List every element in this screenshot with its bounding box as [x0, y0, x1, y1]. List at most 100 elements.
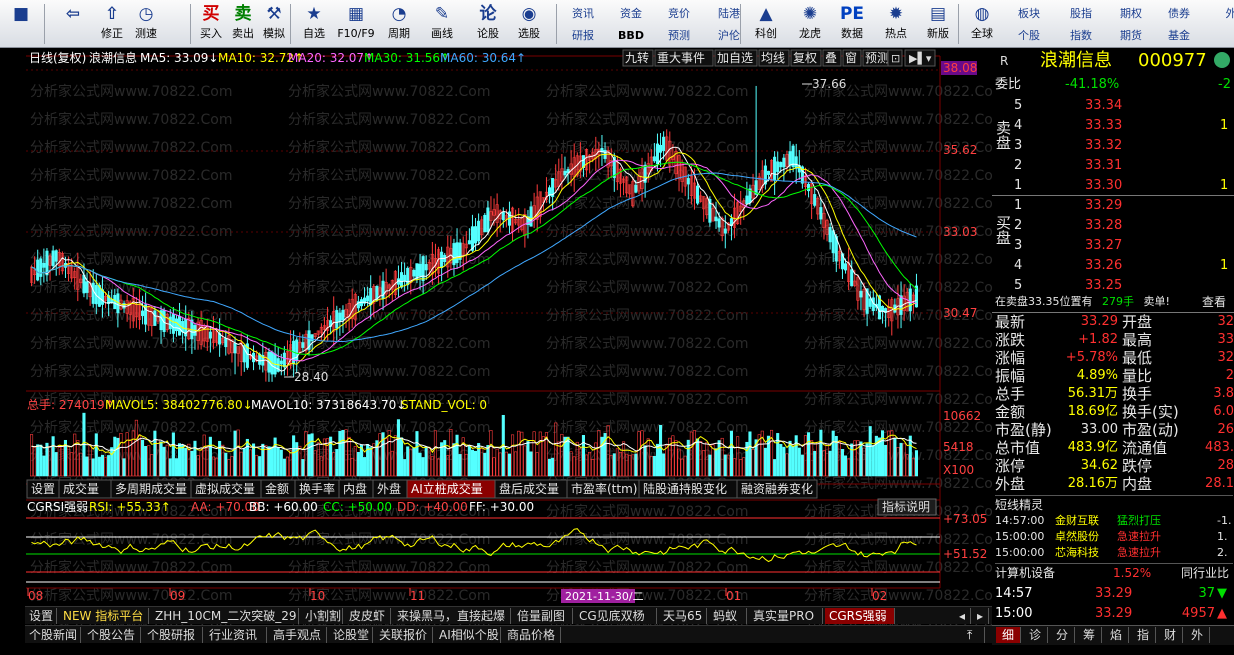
- toolbar-gavel-button[interactable]: ⚒ 模拟: [258, 2, 290, 46]
- formula-tab-10[interactable]: 真实量PRO: [749, 608, 823, 624]
- formula-tab-2[interactable]: ZHH_10CM_二次突破_29: [151, 608, 299, 624]
- candle-body: [791, 145, 795, 167]
- volume-bar: [233, 430, 237, 477]
- bottom-tab-7[interactable]: AI相似个股: [435, 627, 501, 643]
- toolbar-link-8[interactable]: 板块: [1006, 4, 1052, 24]
- quote-tab-2[interactable]: 分: [1050, 627, 1075, 643]
- toolbar-globe-button[interactable]: ◍ 全球: [962, 2, 1002, 46]
- watermark-text: 分析家公式网www.70822.Com: [30, 419, 232, 436]
- toolbar-f10-button[interactable]: ▦ F10/F9: [334, 2, 378, 46]
- quote-tab-3[interactable]: 筹: [1077, 627, 1102, 643]
- quote-tab-7[interactable]: 外: [1185, 627, 1210, 643]
- indicator-tabs[interactable]: 设置 成交量 多周期成交量 虚拟成交量 金额 换手率 内盘 外盘 AI立桩成交量 盘后成交量 市盈率…: [26, 479, 818, 499]
- toolbar-star-button[interactable]: ★ 自选: [296, 2, 332, 46]
- toolbar-button-label: 热点: [885, 27, 907, 40]
- formula-tab-5[interactable]: 来操黑马，直接起爆: [393, 608, 511, 624]
- candle-body: [477, 220, 481, 242]
- sell-price[interactable]: 33.31: [1085, 157, 1122, 175]
- sell-price[interactable]: 33.32: [1085, 137, 1122, 155]
- toolbar-forum-button[interactable]: 论论股: [470, 2, 506, 46]
- candle-body: [403, 274, 407, 282]
- toolbar-link-4[interactable]: 竞价: [656, 4, 702, 24]
- toolbar-link-11[interactable]: 指数: [1058, 26, 1104, 46]
- news-item[interactable]: 14:57:00 金财互联 猛烈打压 -1.: [995, 513, 1233, 529]
- sell-price[interactable]: 33.34: [1085, 97, 1122, 115]
- formula-tab-11[interactable]: CGRS强弱: [825, 608, 895, 624]
- toolbar-link-7[interactable]: 沪伦: [706, 26, 752, 46]
- toolbar-clock-button[interactable]: ◷ 测速: [130, 2, 162, 46]
- toolbar-hotspot-button[interactable]: ✹ 热点: [876, 2, 916, 46]
- formula-tab-6[interactable]: 倍量副图: [513, 608, 573, 624]
- formula-tab-4[interactable]: 皮皮虾: [345, 608, 391, 624]
- formula-tab-1[interactable]: NEW 指标平台: [59, 608, 149, 624]
- bottom-tab-1[interactable]: 个股公告: [83, 627, 141, 643]
- toolbar-pencil-button[interactable]: ✎ 画线: [422, 2, 462, 46]
- sell-price[interactable]: 33.33: [1085, 117, 1122, 135]
- quote-tab-1[interactable]: 诊: [1023, 627, 1048, 643]
- candle-body: [563, 170, 567, 176]
- kline-chart-area[interactable]: 分析家公式网www.70822.Com 分析家公式网www.70822.Com 分析…: [0, 48, 992, 655]
- bottom-tab-4[interactable]: 高手观点: [269, 627, 327, 643]
- toolbar-link-12[interactable]: 期权: [1108, 4, 1154, 24]
- toolbar-link-1[interactable]: 研报: [560, 26, 606, 46]
- bottom-tab-2[interactable]: 个股研报: [143, 627, 203, 643]
- toolbar-link-5[interactable]: 预测: [656, 26, 702, 46]
- view-link[interactable]: 查看: [1202, 293, 1226, 311]
- toolbar-dragon-tiger-button[interactable]: ✺ 龙虎: [790, 2, 830, 46]
- formula-tab-7[interactable]: CG见底双杨: [575, 608, 657, 624]
- bottom-tab-5[interactable]: 论股堂: [329, 627, 373, 643]
- date-axis-label: 08: [28, 589, 43, 603]
- stat-label: 流通值: [1122, 439, 1168, 457]
- toolbar-link-16[interactable]: 外: [1208, 4, 1234, 24]
- toolbar-buy-button[interactable]: 买买入: [196, 2, 226, 46]
- toolbar-back-arrow-button[interactable]: ⇦: [56, 2, 90, 46]
- toolbar-link-3[interactable]: BBD: [608, 26, 654, 46]
- tick-time: 14:57: [995, 586, 1033, 601]
- bottom-tab-0[interactable]: 个股新闻: [25, 627, 81, 643]
- sell-price[interactable]: 33.30: [1085, 177, 1122, 195]
- toolbar-sell-button[interactable]: 卖卖出: [228, 2, 258, 46]
- volume-bar: [859, 441, 863, 477]
- bottom-tab-3[interactable]: 行业资讯: [205, 627, 267, 643]
- buy-price[interactable]: 33.25: [1085, 277, 1122, 295]
- toolbar-windows-logo-button[interactable]: ■: [4, 2, 38, 46]
- toolbar-link-6[interactable]: 陆港: [706, 4, 752, 24]
- toolbar-link-15[interactable]: 基金: [1156, 26, 1202, 46]
- formula-scroll-left-icon[interactable]: ◂: [955, 608, 971, 624]
- toolbar-kechuang-button[interactable]: ▲ 科创: [746, 2, 786, 46]
- stat-value: 26: [1217, 422, 1234, 437]
- quote-tab-6[interactable]: 财: [1158, 627, 1183, 643]
- volume-bar: [421, 457, 425, 477]
- buy-price[interactable]: 33.26: [1085, 257, 1122, 275]
- quote-options-icon[interactable]: [1214, 52, 1230, 68]
- toolbar-link-10[interactable]: 股指: [1058, 4, 1104, 24]
- pin-top-icon[interactable]: ⤒: [963, 627, 985, 643]
- buy-price[interactable]: 33.28: [1085, 217, 1122, 235]
- volume-bar: [45, 442, 49, 477]
- bottom-tab-6[interactable]: 关联报价: [375, 627, 433, 643]
- formula-tab-3[interactable]: 小割割: [301, 608, 343, 624]
- toolbar-select-stock-button[interactable]: ◉ 选股: [508, 2, 550, 46]
- bottom-tab-8[interactable]: 商品价格: [503, 627, 561, 643]
- toolbar-link-2[interactable]: 资金: [608, 4, 654, 24]
- formula-tab-9[interactable]: 蚂蚁: [709, 608, 747, 624]
- formula-scroll-right-icon[interactable]: ▸: [973, 608, 989, 624]
- toolbar-link-14[interactable]: 债券: [1156, 4, 1202, 24]
- formula-tab-8[interactable]: 天马65: [659, 608, 707, 624]
- buy-price[interactable]: 33.27: [1085, 237, 1122, 255]
- quote-tab-5[interactable]: 指: [1131, 627, 1156, 643]
- toolbar-link-0[interactable]: 资讯: [560, 4, 606, 24]
- toolbar-link-9[interactable]: 个股: [1006, 26, 1052, 46]
- news-item[interactable]: 15:00:00 芯海科技 急速拉升 2.: [995, 545, 1233, 561]
- toolbar-pe-data-button[interactable]: PE 数据: [832, 2, 872, 46]
- formula-tab-0[interactable]: 设置: [25, 608, 57, 624]
- toolbar-new-version-button[interactable]: ▤ 新版: [918, 2, 958, 46]
- news-item[interactable]: 15:00:00 卓然股份 急速拉升 1.: [995, 529, 1233, 545]
- buy-price[interactable]: 33.29: [1085, 197, 1122, 215]
- toolbar-link-13[interactable]: 期货: [1108, 26, 1154, 46]
- quote-tab-0[interactable]: 细: [996, 627, 1021, 643]
- toolbar-cycle-button[interactable]: ◔ 周期: [380, 2, 418, 46]
- watermark-text: 分析家公式网www.70822.Com: [288, 167, 490, 184]
- quote-tab-4[interactable]: 焰: [1104, 627, 1129, 643]
- toolbar-up-arrow-button[interactable]: ⇧ 修正: [96, 2, 128, 46]
